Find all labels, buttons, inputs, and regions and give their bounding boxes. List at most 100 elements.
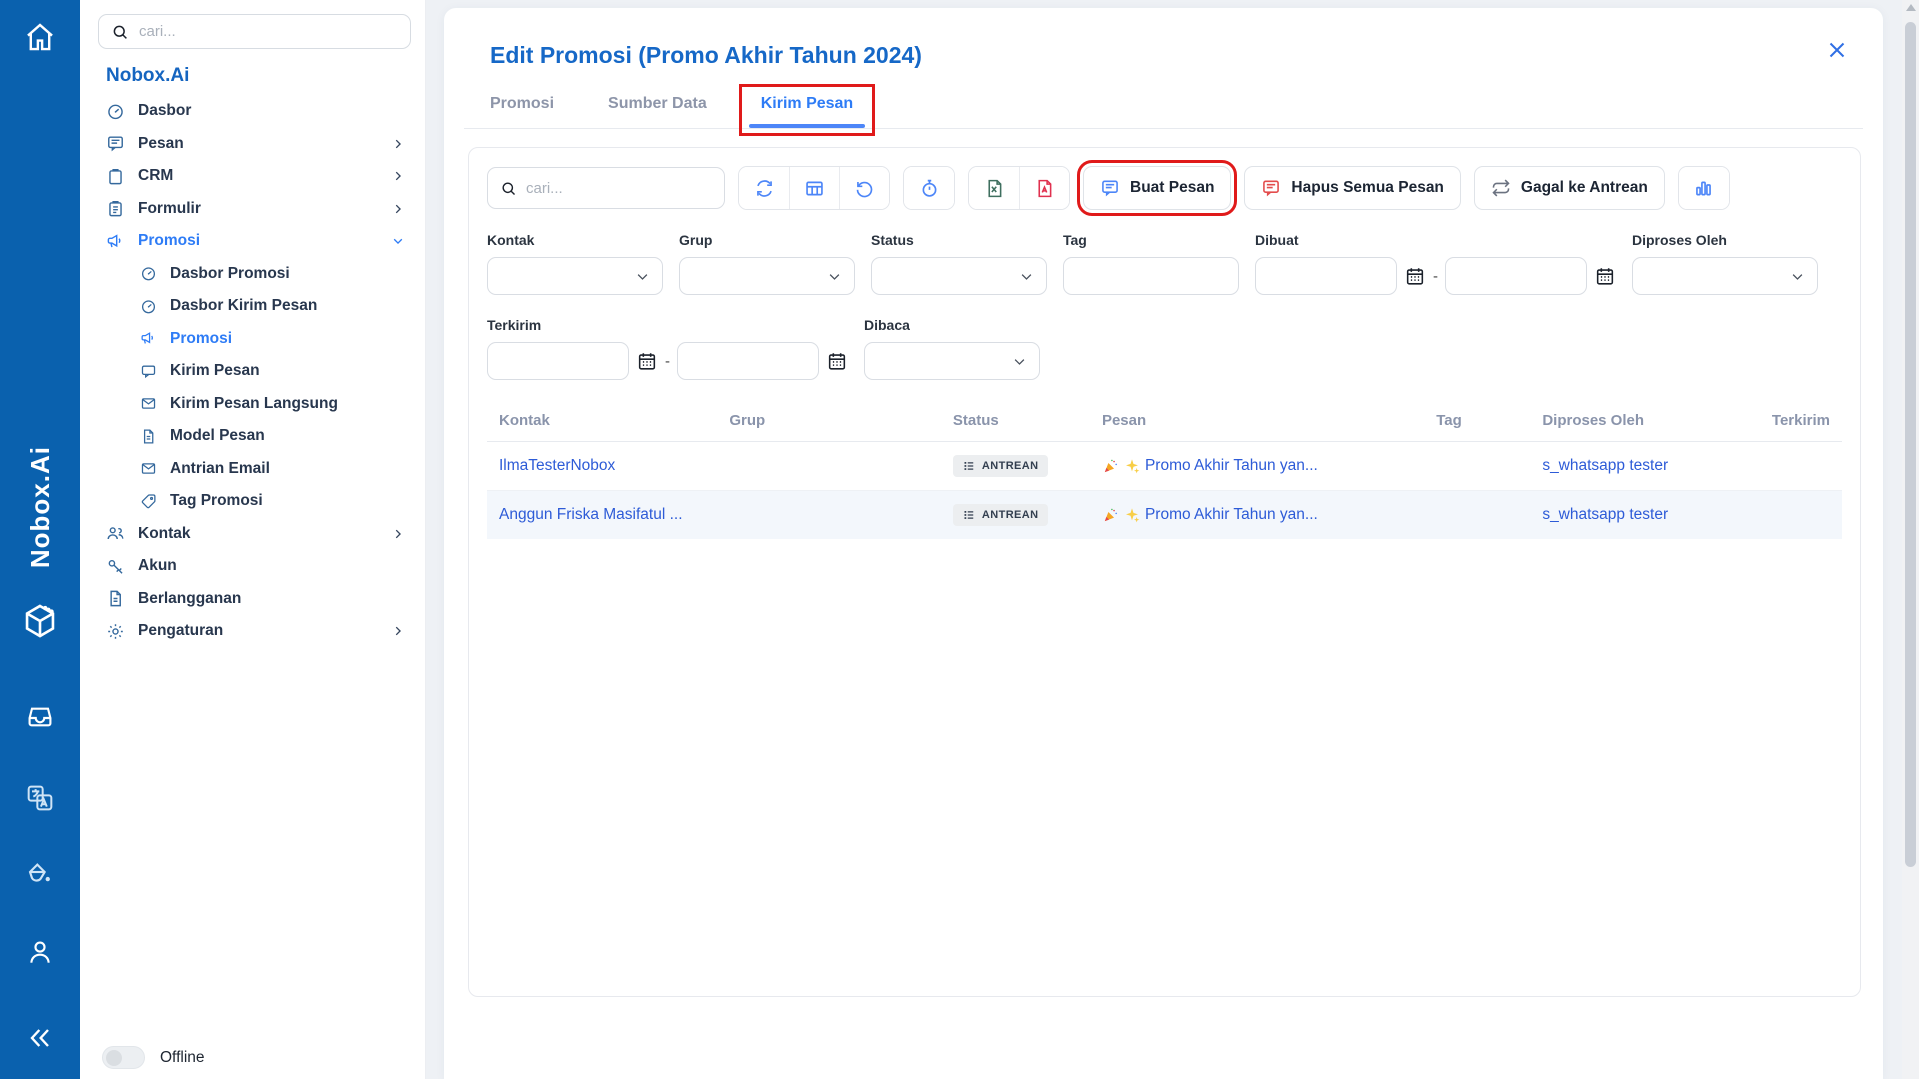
filters-row-1: Kontak Grup Status Tag Dibuat [487, 232, 1842, 295]
buat-pesan-button[interactable]: Buat Pesan [1083, 166, 1231, 210]
dashboard-icon [106, 102, 125, 121]
diproses-oleh-link[interactable]: s_whatsapp tester [1542, 457, 1668, 474]
sidebar-item-antrian-email[interactable]: Antrian Email [98, 453, 411, 486]
dibaca-select[interactable] [864, 342, 1040, 380]
stopwatch-icon[interactable] [904, 167, 954, 209]
page-scrollbar[interactable] [1902, 0, 1919, 1079]
rotate-ccw-icon[interactable] [839, 167, 889, 209]
sidebar-item-model-pesan[interactable]: Model Pesan [98, 420, 411, 453]
tab-kirim-pesan[interactable]: Kirim Pesan [761, 95, 853, 128]
collapse-sidebar-icon[interactable] [24, 1022, 56, 1054]
cell-grup [717, 442, 941, 491]
home-icon[interactable] [23, 20, 57, 54]
sidebar-item-formulir[interactable]: Formulir [98, 193, 411, 226]
diproses-oleh-select[interactable] [1632, 257, 1818, 295]
sidebar-item-dasbor[interactable]: Dasbor [98, 95, 411, 128]
sidebar-item-kirim-pesan-langsung[interactable]: Kirim Pesan Langsung [98, 388, 411, 421]
dibuat-to-input[interactable] [1445, 257, 1587, 295]
terkirim-from-input[interactable] [487, 342, 629, 380]
kontak-select[interactable] [487, 257, 663, 295]
excel-export-icon[interactable] [969, 167, 1019, 209]
sidebar-item-kontak[interactable]: Kontak [98, 518, 411, 551]
sidebar-item-akun[interactable]: Akun [98, 550, 411, 583]
chevron-right-icon [391, 169, 405, 183]
sidebar-item-promosi-sub[interactable]: Promosi [98, 323, 411, 356]
tag-icon [140, 493, 157, 510]
sparkles-icon [1124, 507, 1140, 523]
kontak-link[interactable]: Anggun Friska Masifatul ... [499, 506, 683, 523]
envelope-icon [140, 395, 157, 412]
gear-icon [106, 622, 125, 641]
table-search-input[interactable] [526, 180, 712, 197]
pesan-link[interactable]: Promo Akhir Tahun yan... [1145, 457, 1318, 475]
filter-label-dibaca: Dibaca [864, 317, 1040, 333]
dibuat-from-input[interactable] [1255, 257, 1397, 295]
tab-promosi[interactable]: Promosi [490, 95, 554, 128]
sidebar-item-dasbor-promosi[interactable]: Dasbor Promosi [98, 258, 411, 291]
status-select[interactable] [871, 257, 1047, 295]
ink-drop-icon[interactable] [24, 858, 56, 890]
timer-button-group [903, 166, 955, 210]
offline-toggle[interactable] [102, 1046, 145, 1069]
grup-select[interactable] [679, 257, 855, 295]
gagal-ke-antrean-button[interactable]: Gagal ke Antrean [1474, 166, 1665, 210]
calendar-icon[interactable] [826, 350, 848, 372]
search-icon [111, 23, 129, 41]
inbox-icon[interactable] [24, 700, 56, 732]
sidebar-item-pesan[interactable]: Pesan [98, 128, 411, 161]
sparkles-icon [1124, 458, 1140, 474]
message-square-icon [1100, 178, 1120, 198]
bar-chart-icon[interactable] [1679, 167, 1729, 209]
terkirim-to-input[interactable] [677, 342, 819, 380]
sidebar-search[interactable] [98, 14, 411, 49]
tab-sumber-data[interactable]: Sumber Data [608, 95, 707, 128]
toggle-knob [106, 1050, 122, 1066]
sidebar-item-dasbor-kirim-pesan[interactable]: Dasbor Kirim Pesan [98, 290, 411, 323]
filter-label-dibuat: Dibuat [1255, 232, 1616, 248]
hapus-semua-pesan-button[interactable]: Hapus Semua Pesan [1244, 166, 1460, 210]
party-popper-icon [1102, 458, 1119, 475]
close-icon[interactable] [1825, 38, 1849, 62]
nobox-cube-logo [19, 600, 61, 642]
calendar-icon[interactable] [1594, 265, 1616, 287]
filter-label-kontak: Kontak [487, 232, 663, 248]
calendar-icon[interactable] [1404, 265, 1426, 287]
sidebar-item-tag-promosi[interactable]: Tag Promosi [98, 485, 411, 518]
range-separator: - [665, 353, 670, 370]
table-row: IlmaTesterNobox ANTREAN [487, 442, 1842, 491]
pdf-export-icon[interactable] [1019, 167, 1069, 209]
pesan-link[interactable]: Promo Akhir Tahun yan... [1145, 506, 1318, 524]
tag-input[interactable] [1063, 257, 1239, 295]
sidebar-item-promosi[interactable]: Promosi [98, 225, 411, 258]
table-search[interactable] [487, 167, 725, 209]
refresh-icon[interactable] [739, 167, 789, 209]
sidebar-search-input[interactable] [139, 23, 398, 40]
cell-diproses-oleh: s_whatsapp tester [1530, 442, 1747, 491]
chevron-right-icon [391, 527, 405, 541]
sidebar-brand: Nobox.Ai [106, 65, 411, 87]
sidebar-item-berlangganan[interactable]: Berlangganan [98, 583, 411, 616]
repeat-icon [1491, 178, 1511, 198]
sidebar-item-crm[interactable]: CRM [98, 160, 411, 193]
kontak-link[interactable]: IlmaTesterNobox [499, 457, 615, 474]
chevron-right-icon [391, 137, 405, 151]
megaphone-icon [106, 232, 125, 251]
cell-terkirim [1747, 491, 1842, 540]
table-icon[interactable] [789, 167, 839, 209]
cell-kontak: IlmaTesterNobox [487, 442, 717, 491]
scrollbar-thumb[interactable] [1905, 22, 1916, 867]
people-icon [106, 524, 125, 543]
sidebar-item-pengaturan[interactable]: Pengaturan [98, 615, 411, 648]
filter-label-terkirim: Terkirim [487, 317, 848, 333]
megaphone-icon [140, 330, 157, 347]
sidebar-item-kirim-pesan[interactable]: Kirim Pesan [98, 355, 411, 388]
cell-status: ANTREAN [941, 491, 1090, 540]
diproses-oleh-link[interactable]: s_whatsapp tester [1542, 506, 1668, 523]
cell-kontak: Anggun Friska Masifatul ... [487, 491, 717, 540]
refresh-button-group [738, 166, 890, 210]
calendar-icon[interactable] [636, 350, 658, 372]
translate-icon[interactable] [24, 782, 56, 814]
user-icon[interactable] [24, 936, 56, 968]
range-separator: - [1433, 268, 1438, 285]
scrollbar-up-arrow[interactable] [1906, 4, 1916, 11]
